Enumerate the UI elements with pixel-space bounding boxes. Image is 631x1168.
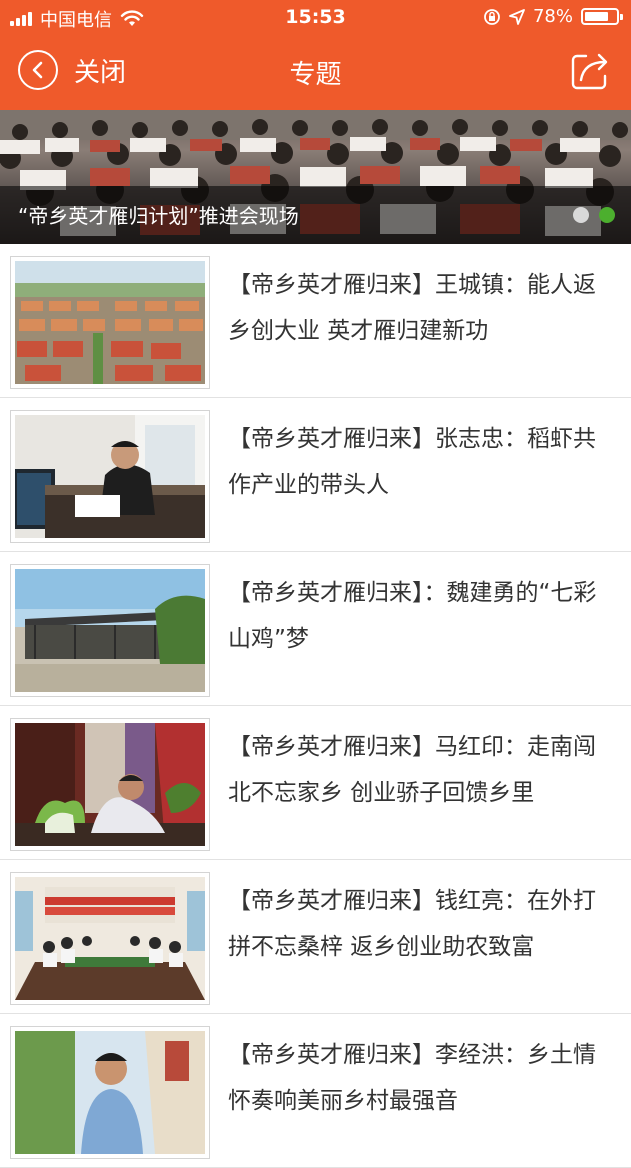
location-icon (509, 8, 525, 25)
carousel-dot[interactable] (573, 207, 589, 223)
nav-bar: 关闭 专题 (0, 36, 631, 110)
article-item[interactable]: 【帝乡英才雁归来】：魏建勇的“七彩山鸡”梦 (0, 552, 631, 706)
article-thumbnail (10, 872, 210, 1005)
carousel-dot-active[interactable] (599, 207, 615, 223)
banner-caption-bar: “帝乡英才雁归计划”推进会现场 (0, 186, 631, 244)
article-title[interactable]: 【帝乡英才雁归来】：魏建勇的“七彩山鸡”梦 (228, 570, 613, 662)
carousel-dots (573, 207, 615, 223)
battery-icon (581, 8, 623, 25)
status-right: 78% (483, 6, 623, 27)
rotation-lock-icon (484, 8, 500, 25)
article-thumbnail (10, 564, 210, 697)
article-title[interactable]: 【帝乡英才雁归来】马红印：走南闯北不忘家乡 创业骄子回馈乡里 (228, 724, 613, 816)
battery-percent: 78% (532, 6, 573, 27)
status-bar: 中国电信 15:53 78% (0, 0, 631, 36)
article-title[interactable]: 【帝乡英才雁归来】张志忠：稻虾共作产业的带头人 (228, 416, 613, 508)
banner-caption: “帝乡英才雁归计划”推进会现场 (18, 204, 299, 228)
article-item[interactable]: 【帝乡英才雁归来】王城镇：能人返乡创大业 英才雁归建新功 (0, 244, 631, 398)
page-title: 专题 (289, 60, 342, 90)
banner-carousel[interactable]: “帝乡英才雁归计划”推进会现场 (0, 110, 631, 244)
article-thumbnail (10, 410, 210, 543)
article-item[interactable]: 【帝乡英才雁归来】李经洪：乡土情怀奏响美丽乡村最强音 (0, 1014, 631, 1168)
article-thumbnail (10, 1026, 210, 1159)
article-title[interactable]: 【帝乡英才雁归来】钱红亮：在外打拼不忘桑梓 返乡创业助农致富 (228, 878, 613, 970)
article-item[interactable]: 【帝乡英才雁归来】钱红亮：在外打拼不忘桑梓 返乡创业助农致富 (0, 860, 631, 1014)
share-icon[interactable] (569, 50, 611, 92)
article-item[interactable]: 【帝乡英才雁归来】张志忠：稻虾共作产业的带头人 (0, 398, 631, 552)
article-title[interactable]: 【帝乡英才雁归来】王城镇：能人返乡创大业 英才雁归建新功 (228, 262, 613, 354)
article-title[interactable]: 【帝乡英才雁归来】李经洪：乡土情怀奏响美丽乡村最强音 (228, 1032, 613, 1124)
article-item[interactable]: 【帝乡英才雁归来】马红印：走南闯北不忘家乡 创业骄子回馈乡里 (0, 706, 631, 860)
article-thumbnail (10, 718, 210, 851)
article-thumbnail (10, 256, 210, 389)
article-list: 【帝乡英才雁归来】王城镇：能人返乡创大业 英才雁归建新功 【帝乡英才雁归来】张志… (0, 244, 631, 1168)
top-bar: 中国电信 15:53 78% 关闭 专题 (0, 0, 631, 110)
